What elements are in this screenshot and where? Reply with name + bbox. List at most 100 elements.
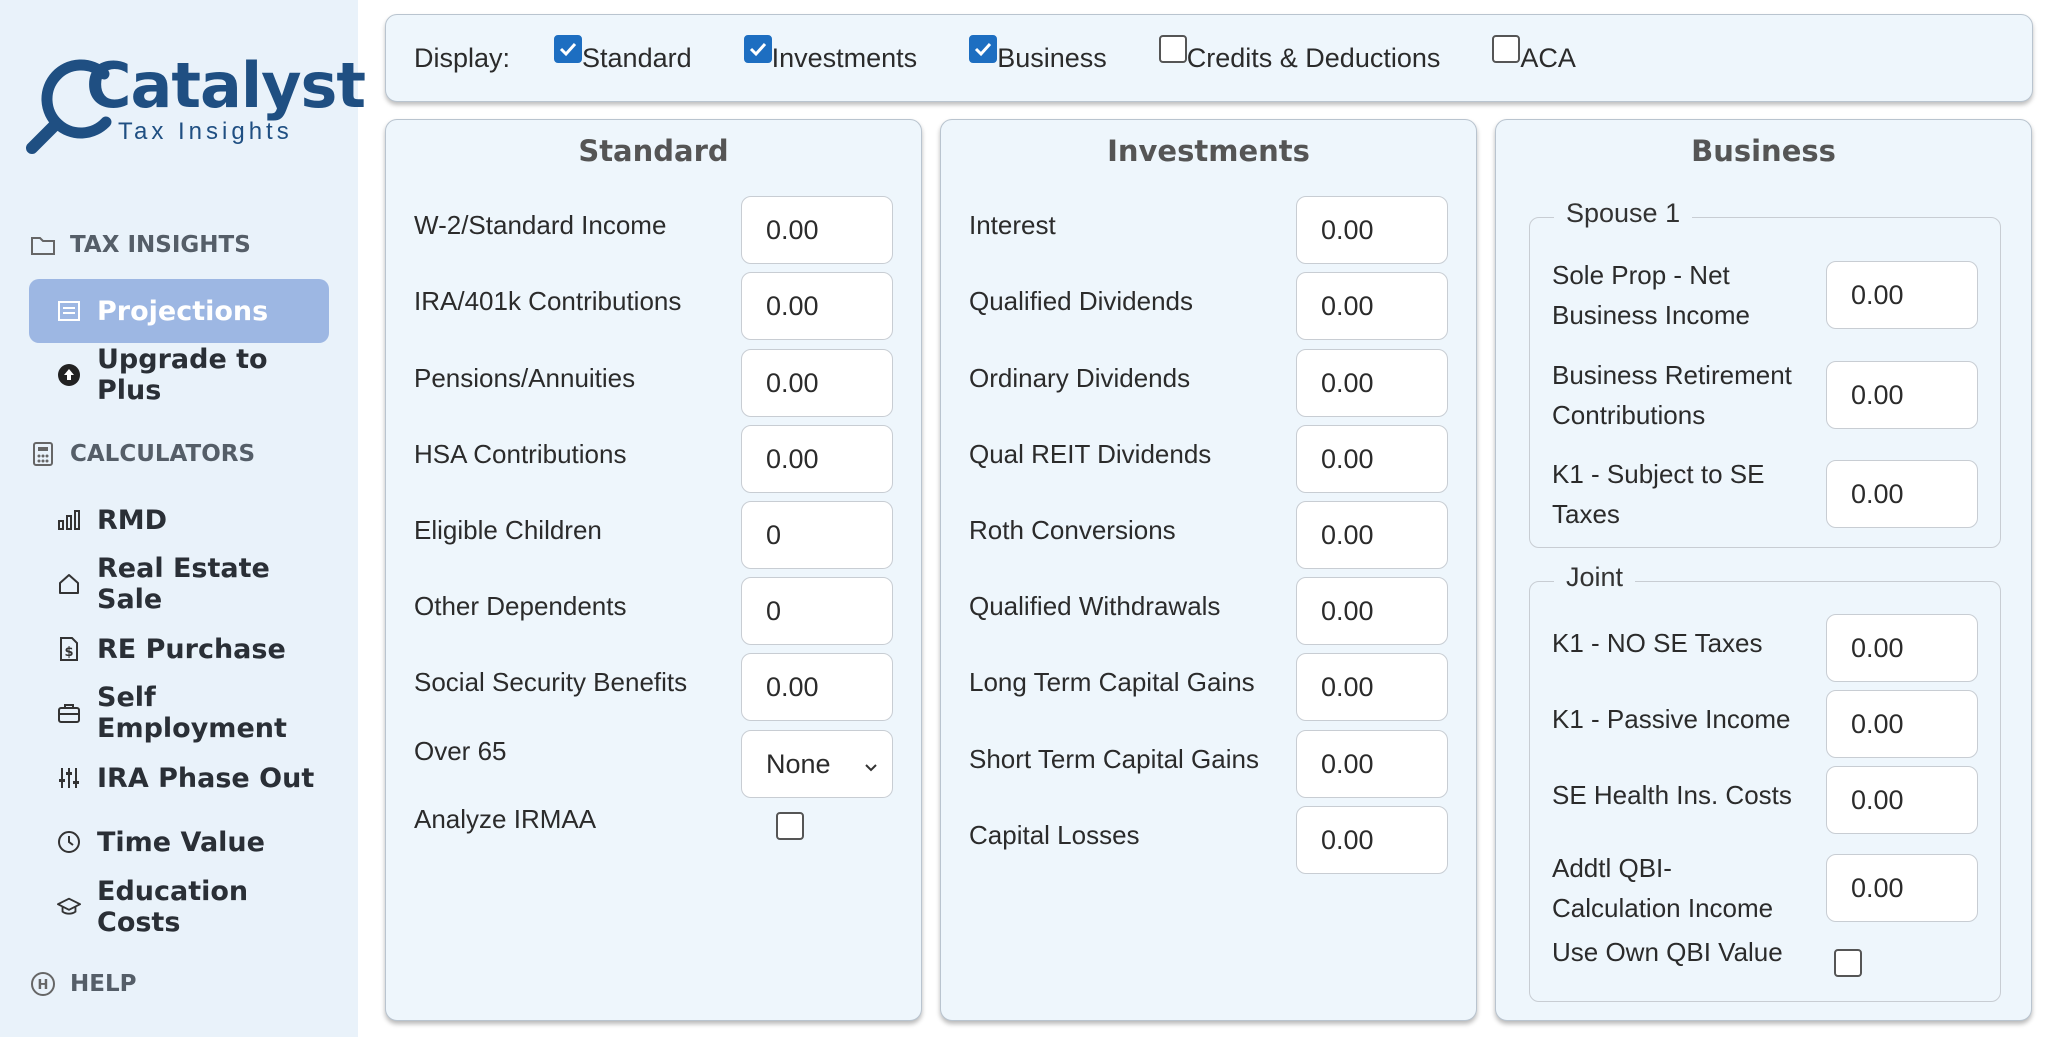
option-label: ACA bbox=[1520, 42, 1576, 73]
sidebar-item-self-employment[interactable]: Self Employment bbox=[29, 681, 329, 745]
field-business-retirement: Business Retirement Contributions 0.00 bbox=[1552, 360, 1978, 430]
calculator-icon bbox=[30, 441, 56, 467]
option-label: Standard bbox=[582, 42, 692, 73]
business-retirement-input[interactable]: 0.00 bbox=[1826, 361, 1978, 429]
sidebar-item-label: Upgrade to Plus bbox=[97, 344, 268, 406]
field-label: Use Own QBI Value bbox=[1552, 937, 1783, 967]
ordinary-dividends-input[interactable]: 0.00 bbox=[1296, 349, 1448, 417]
section-help[interactable]: H HELP bbox=[30, 971, 136, 997]
capital-losses-input[interactable]: 0.00 bbox=[1296, 806, 1448, 874]
checkbox[interactable] bbox=[554, 34, 583, 63]
checkbox[interactable] bbox=[743, 34, 772, 63]
other-dependents-input[interactable]: 0 bbox=[741, 577, 893, 645]
catalyst-logo[interactable]: Catalyst Tax Insights bbox=[26, 46, 366, 156]
sliders-icon bbox=[57, 766, 81, 790]
standard-panel: Standard W-2/Standard Income 0.00 IRA/40… bbox=[385, 119, 922, 1021]
label-line: Addtl QBI- bbox=[1552, 853, 1672, 883]
hsa-input[interactable]: 0.00 bbox=[741, 425, 893, 493]
checkbox[interactable] bbox=[1158, 34, 1187, 63]
qualified-dividends-input[interactable]: 0.00 bbox=[1296, 272, 1448, 340]
sidebar-item-projections[interactable]: Projections bbox=[29, 279, 329, 343]
field-k1-passive: K1 - Passive Income 0.00 bbox=[1552, 690, 1978, 758]
pensions-input[interactable]: 0.00 bbox=[741, 349, 893, 417]
field-label: Social Security Benefits bbox=[414, 667, 688, 697]
house-icon bbox=[57, 572, 81, 596]
help-circle-icon: H bbox=[30, 971, 56, 997]
qual-reit-dividends-input[interactable]: 0.00 bbox=[1296, 425, 1448, 493]
investments-panel: Investments Interest 0.00 Qualified Divi… bbox=[940, 119, 1477, 1021]
field-interest: Interest 0.00 bbox=[969, 196, 1448, 264]
graduation-cap-icon bbox=[57, 895, 81, 919]
field-label: IRA/401k Contributions bbox=[414, 286, 682, 316]
w2-income-input[interactable]: 0.00 bbox=[741, 196, 893, 264]
k1-passive-input[interactable]: 0.00 bbox=[1826, 690, 1978, 758]
upgrade-arrow-icon bbox=[57, 363, 81, 387]
field-long-term-gains: Long Term Capital Gains 0.00 bbox=[969, 653, 1448, 721]
folder-icon bbox=[30, 232, 56, 258]
sidebar-item-real-estate-sale[interactable]: Real Estate Sale bbox=[29, 552, 329, 616]
se-health-ins-input[interactable]: 0.00 bbox=[1826, 766, 1978, 834]
sidebar-item-time-value[interactable]: Time Value bbox=[29, 810, 329, 874]
short-term-gains-input[interactable]: 0.00 bbox=[1296, 730, 1448, 798]
qualified-withdrawals-input[interactable]: 0.00 bbox=[1296, 577, 1448, 645]
field-short-term-gains: Short Term Capital Gains 0.00 bbox=[969, 730, 1448, 798]
sole-prop-input[interactable]: 0.00 bbox=[1826, 261, 1978, 329]
display-option-aca[interactable]: ACA bbox=[1492, 34, 1576, 74]
field-label: Analyze IRMAA bbox=[414, 804, 597, 834]
checkbox[interactable] bbox=[1492, 34, 1521, 63]
sidebar-item-re-purchase[interactable]: $ RE Purchase bbox=[29, 617, 329, 681]
field-w2-income: W-2/Standard Income 0.00 bbox=[414, 196, 893, 264]
field-label: Capital Losses bbox=[969, 820, 1140, 850]
ira-401k-input[interactable]: 0.00 bbox=[741, 272, 893, 340]
field-qualified-dividends: Qualified Dividends 0.00 bbox=[969, 272, 1448, 340]
interest-input[interactable]: 0.00 bbox=[1296, 196, 1448, 264]
sidebar-item-education-costs[interactable]: Education Costs bbox=[29, 875, 329, 939]
field-label: Addtl QBI- Calculation Income bbox=[1552, 848, 1773, 928]
group-legend: Joint bbox=[1554, 562, 1636, 593]
field-roth-conversions: Roth Conversions 0.00 bbox=[969, 501, 1448, 569]
field-hsa: HSA Contributions 0.00 bbox=[414, 425, 893, 493]
display-option-business[interactable]: Business bbox=[969, 34, 1107, 74]
sidebar-item-label: Real Estate Sale bbox=[97, 553, 270, 615]
field-social-security: Social Security Benefits 0.00 bbox=[414, 653, 893, 721]
use-own-qbi-checkbox[interactable] bbox=[1834, 949, 1862, 977]
display-option-credits-deductions[interactable]: Credits & Deductions bbox=[1158, 34, 1440, 74]
field-label: Eligible Children bbox=[414, 515, 602, 545]
joint-group: Joint K1 - NO SE Taxes 0.00 K1 - Passive… bbox=[1529, 562, 2001, 1002]
sidebar-item-label: RMD bbox=[97, 504, 168, 536]
k1-no-se-input[interactable]: 0.00 bbox=[1826, 614, 1978, 682]
social-security-input[interactable]: 0.00 bbox=[741, 653, 893, 721]
sidebar-item-upgrade[interactable]: Upgrade to Plus bbox=[29, 343, 329, 407]
checkbox[interactable] bbox=[969, 34, 998, 63]
section-label: HELP bbox=[70, 971, 137, 997]
field-label: Interest bbox=[969, 210, 1056, 240]
display-option-investments[interactable]: Investments bbox=[743, 34, 917, 74]
field-over-65: Over 65 None bbox=[414, 730, 893, 798]
display-option-standard[interactable]: Standard bbox=[554, 34, 692, 74]
sidebar-item-rmd[interactable]: RMD bbox=[29, 488, 329, 552]
logo-wordmark: Catalyst bbox=[86, 49, 366, 122]
sidebar-item-label: Time Value bbox=[97, 826, 265, 858]
field-pensions: Pensions/Annuities 0.00 bbox=[414, 349, 893, 417]
label-line: Business Retirement bbox=[1552, 360, 1792, 390]
section-label: TAX INSIGHTS bbox=[70, 232, 251, 258]
sidebar-item-ira-phase-out[interactable]: IRA Phase Out bbox=[29, 746, 329, 810]
addtl-qbi-input[interactable]: 0.00 bbox=[1826, 854, 1978, 922]
section-label: CALCULATORS bbox=[70, 441, 256, 467]
analyze-irmaa-checkbox[interactable] bbox=[776, 812, 804, 840]
field-k1-se-taxes: K1 - Subject to SE Taxes 0.00 bbox=[1552, 459, 1978, 529]
panel-title: Investments bbox=[1107, 134, 1310, 168]
field-label: Qual REIT Dividends bbox=[969, 439, 1212, 469]
field-eligible-children: Eligible Children 0 bbox=[414, 501, 893, 569]
roth-conversions-input[interactable]: 0.00 bbox=[1296, 501, 1448, 569]
svg-text:$: $ bbox=[64, 645, 73, 660]
k1-se-taxes-input[interactable]: 0.00 bbox=[1826, 460, 1978, 528]
over-65-select[interactable]: None bbox=[741, 730, 893, 798]
business-panel: Business Spouse 1 Sole Prop - Net Busine… bbox=[1495, 119, 2032, 1021]
eligible-children-input[interactable]: 0 bbox=[741, 501, 893, 569]
label-line: K1 - Subject to SE bbox=[1552, 459, 1765, 489]
long-term-gains-input[interactable]: 0.00 bbox=[1296, 653, 1448, 721]
section-calculators: CALCULATORS bbox=[30, 441, 255, 467]
field-label: Qualified Withdrawals bbox=[969, 591, 1221, 621]
field-ordinary-dividends: Ordinary Dividends 0.00 bbox=[969, 349, 1448, 417]
